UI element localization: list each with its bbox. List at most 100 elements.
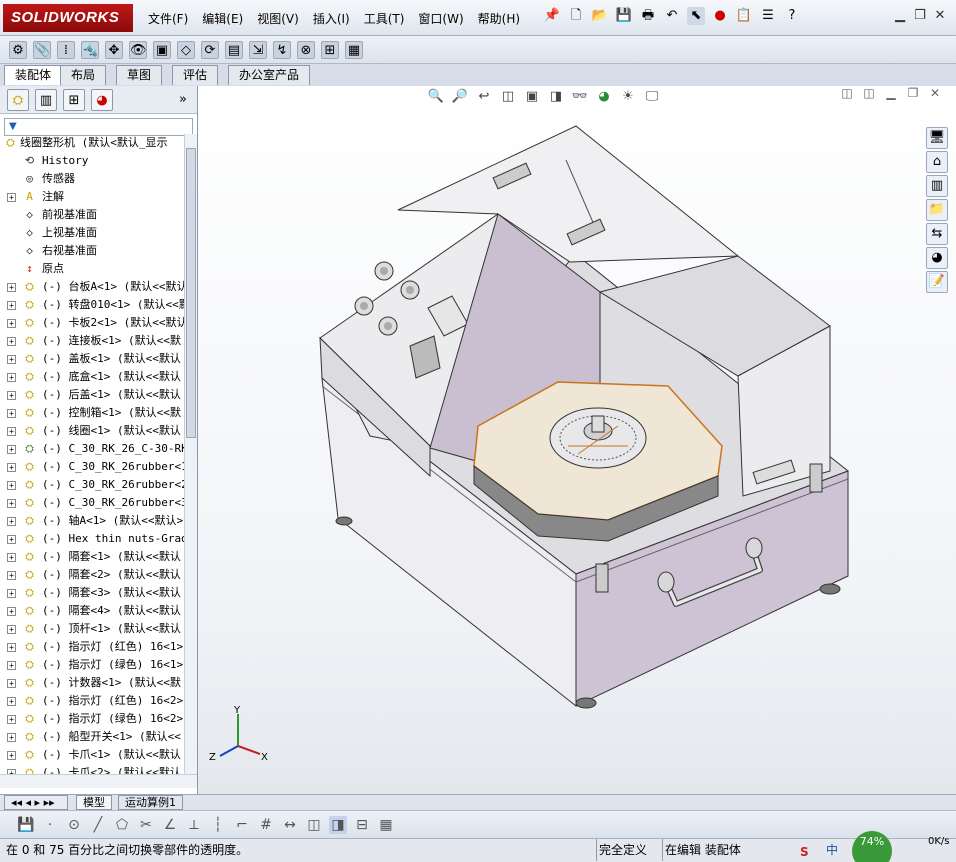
explode-line-sketch-icon[interactable]: ↯ <box>273 40 291 59</box>
tree-item[interactable]: + ⛭ (-) Hex thin nuts-Grade <box>0 530 184 548</box>
expand-toggle-icon[interactable]: + <box>7 445 16 454</box>
tree-item[interactable]: + ⛭ (-) 后盖<1> (默认<<默认 <box>0 386 184 404</box>
featuremanager-tab-icon[interactable]: ⛭ <box>7 88 29 111</box>
expand-toggle-icon[interactable]: + <box>7 355 16 364</box>
minimize-icon[interactable]: ▁ <box>890 6 910 26</box>
close-icon[interactable]: ✕ <box>930 6 950 26</box>
tree-item[interactable]: ◎ 传感器 <box>0 170 184 188</box>
tree-item[interactable]: + ⛭ (-) 卡爪<2> (默认<<默认 <box>0 764 184 774</box>
insert-component-icon[interactable]: ⚙ <box>9 40 27 59</box>
circle-icon[interactable]: ⊙ <box>65 816 83 834</box>
expand-toggle-icon[interactable]: + <box>7 589 16 598</box>
expand-toggle-icon[interactable]: + <box>7 733 16 742</box>
tree-item[interactable]: + ⛭ (-) 连接板<1> (默认<<默 <box>0 332 184 350</box>
expand-toggle-icon[interactable]: + <box>7 283 16 292</box>
restore-icon[interactable]: ❐ <box>910 6 930 26</box>
expand-toggle-icon[interactable]: + <box>7 391 16 400</box>
print-icon[interactable]: 🖶 <box>639 7 657 25</box>
help-icon[interactable]: ? <box>783 7 801 25</box>
grid-icon[interactable]: # <box>257 816 275 834</box>
select-arrow-icon[interactable]: ⬉ <box>687 7 705 25</box>
tree-item[interactable]: ⟲ History <box>0 152 184 170</box>
expand-toggle-icon[interactable]: + <box>7 715 16 724</box>
tree-item[interactable]: ↕ 原点 <box>0 260 184 278</box>
expand-toggle-icon[interactable]: + <box>7 679 16 688</box>
expand-toggle-icon[interactable]: + <box>7 193 16 202</box>
tree-item[interactable]: ◇ 前视基准面 <box>0 206 184 224</box>
point-icon[interactable]: · <box>41 816 59 834</box>
bill-of-materials-icon[interactable]: ▤ <box>225 40 243 59</box>
assembly-features-icon[interactable]: ▣ <box>153 40 171 59</box>
clearance-verification-icon[interactable]: ⊞ <box>321 40 339 59</box>
tree-item[interactable]: + ⛭ (-) 台板A<1> (默认<<默认 <box>0 278 184 296</box>
expand-toggle-icon[interactable]: + <box>7 553 16 562</box>
open-folder-icon[interactable]: 📂 <box>591 7 609 25</box>
tab-sketch[interactable]: 草图 <box>116 65 163 85</box>
expand-toggle-icon[interactable]: + <box>7 625 16 634</box>
expand-toggle-icon[interactable]: + <box>7 301 16 310</box>
propertymanager-tab-icon[interactable]: ▥ <box>35 88 57 111</box>
tree-item[interactable]: + ⛭ (-) 顶杆<1> (默认<<默认 <box>0 620 184 638</box>
instant3d-icon[interactable]: ▦ <box>345 40 363 59</box>
show-hidden-icon[interactable]: 👁 <box>129 40 147 59</box>
home-icon[interactable]: ⌂ <box>926 151 948 173</box>
pin-icon[interactable]: 📌 <box>543 7 561 25</box>
tree-item[interactable]: + ⛭ (-) 船型开关<1> (默认<< <box>0 728 184 746</box>
tab-motion-study[interactable]: 运动算例1 <box>118 795 183 810</box>
tab-office-products[interactable]: 办公室产品 <box>228 65 311 85</box>
graphics-area[interactable]: 🔍 🔎 ↩ ◫ ▣ ◨ 👓 ◕ ☀ 🖵 ◫ ◫ ▁ ❐ ✕ 🖥 ⌂ ▥ 📁 ⇆ … <box>198 86 956 794</box>
expand-toggle-icon[interactable]: + <box>7 607 16 616</box>
design-library-icon[interactable]: ▥ <box>926 175 948 197</box>
tree-item[interactable]: + ⛭ (-) 指示灯 (绿色) 16<2> <box>0 710 184 728</box>
tree-item[interactable]: + ⛭ (-) 线圈<1> (默认<<默认 <box>0 422 184 440</box>
expand-toggle-icon[interactable]: + <box>7 661 16 670</box>
solidworks-logo[interactable]: SOLIDWORKS <box>3 4 133 32</box>
assembly-model[interactable] <box>198 86 956 794</box>
tree-item[interactable]: + ⛭ (-) 盖板<1> (默认<<默认 <box>0 350 184 368</box>
tree-item[interactable]: + ⛭ (-) 轴A<1> (默认<<默认> <box>0 512 184 530</box>
dimension-icon[interactable]: ↔ <box>281 816 299 834</box>
tree-item[interactable]: + ⛭ (-) C_30_RK_26rubber<3> <box>0 494 184 512</box>
tab-model[interactable]: 模型 <box>76 795 112 810</box>
expand-toggle-icon[interactable]: + <box>7 427 16 436</box>
interference-detection-icon[interactable]: ⊗ <box>297 40 315 59</box>
expand-toggle-icon[interactable]: + <box>7 481 16 490</box>
ime-logo-icon[interactable]: S <box>800 841 809 862</box>
solidworks-resources-icon[interactable]: 🖥 <box>926 127 948 149</box>
scrollbar-thumb[interactable] <box>186 148 196 438</box>
trim-icon[interactable]: ✂ <box>137 816 155 834</box>
tab-scroll-arrows[interactable]: ◂◂ ◂ ▸ ▸▸ <box>4 795 68 810</box>
move-component-icon[interactable]: ✥ <box>105 40 123 59</box>
tree-item[interactable]: + ⛭ (-) 控制箱<1> (默认<<默 <box>0 404 184 422</box>
displaymanager-tab-icon[interactable]: ◕ <box>91 88 113 111</box>
tree-item[interactable]: + ⛭ (-) 转盘010<1> (默认<<默 <box>0 296 184 314</box>
linear-pattern-icon[interactable]: ⁞ <box>57 40 75 59</box>
exploded-view-icon[interactable]: ⇲ <box>249 40 267 59</box>
view-palette-icon[interactable]: ⇆ <box>926 223 948 245</box>
tree-item[interactable]: + ⛭ (-) 指示灯 (红色) 16<2> <box>0 692 184 710</box>
tree-item[interactable]: + ⛭ (-) C_30_RK_26rubber<1> <box>0 458 184 476</box>
menu-edit[interactable]: 编辑(E) <box>202 10 243 27</box>
expand-toggle-icon[interactable]: + <box>7 697 16 706</box>
file-explorer-icon[interactable]: 📁 <box>926 199 948 221</box>
tree-item[interactable]: ◇ 上视基准面 <box>0 224 184 242</box>
menu-insert[interactable]: 插入(I) <box>313 10 350 27</box>
save-icon[interactable]: 💾 <box>615 7 633 25</box>
expand-toggle-icon[interactable]: + <box>7 463 16 472</box>
save-icon[interactable]: 💾 <box>17 816 35 834</box>
line-icon[interactable]: ╱ <box>89 816 107 834</box>
tree-item[interactable]: + ⛭ (-) 隔套<2> (默认<<默认 <box>0 566 184 584</box>
expand-panel-icon[interactable]: » <box>172 89 194 111</box>
new-document-icon[interactable]: 🗋 <box>567 7 585 25</box>
expand-toggle-icon[interactable]: + <box>7 751 16 760</box>
tree-item[interactable]: + ⛭ (-) 底盒<1> (默认<<默认 <box>0 368 184 386</box>
tree-item[interactable]: + ⛭ (-) 隔套<4> (默认<<默认 <box>0 602 184 620</box>
tree-item[interactable]: + A 注解 <box>0 188 184 206</box>
tree-item[interactable]: + ⛭ (-) 指示灯 (红色) 16<1> <box>0 638 184 656</box>
expand-toggle-icon[interactable]: + <box>7 373 16 382</box>
angle-icon[interactable]: ∠ <box>161 816 179 834</box>
ime-mode[interactable]: 中 <box>826 839 838 861</box>
tree-root[interactable]: ⛭ 线圈整形机 (默认<默认_显示 <box>0 134 184 152</box>
tree-vertical-scrollbar[interactable] <box>184 134 197 774</box>
expand-toggle-icon[interactable]: + <box>7 319 16 328</box>
